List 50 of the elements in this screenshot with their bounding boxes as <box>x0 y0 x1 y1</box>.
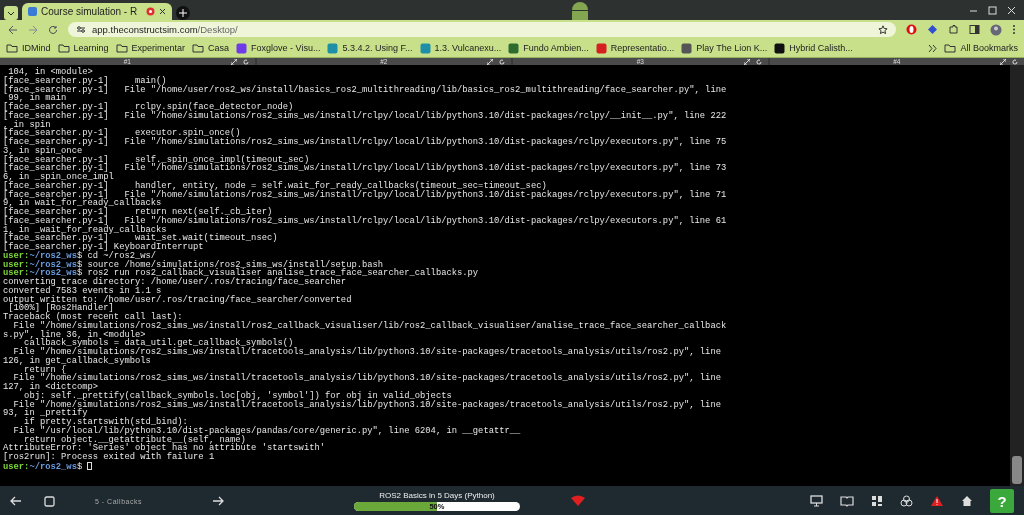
expand-icon[interactable] <box>1000 58 1006 65</box>
folder-icon[interactable] <box>192 43 205 53</box>
more-icon[interactable] <box>1012 24 1016 35</box>
browser-tab[interactable]: Course simulation - R <box>22 3 172 20</box>
expand-icon[interactable] <box>487 58 493 65</box>
bookmark[interactable]: Hybrid Calisth... <box>774 42 853 54</box>
star-icon[interactable] <box>878 24 888 35</box>
reload-icon[interactable] <box>48 24 58 35</box>
terminal-output: 104, in <module> [face_searcher.py-1] main() [face_searcher.py-1] File "/home/user/ros2_ws/install/basics_ros2_multithreading/lib/basics_ros2_multithreading/face_searcher.py", line 99, in main [face_searcher.py-1] rclpy.spin(face_detector_node) [face_searcher.py-1] File "/home/simulations/ros2_sims_ws/install/rclpy/local/lib/python3.10/dist-packages/rclpy/__init__.py", line 222 , in spin [face_searcher.py-1] executor.spin_once() [face_searcher.py-1] File "/home/simulations/ros2_sims_ws/install/rclpy/local/lib/python3.10/dist-packages/rclpy/executors.py", line 75 3, in spin_once [face_searcher.py-1] self._spin_once_impl(timeout_sec) [face_searcher.py-1] File "/home/simulations/ros2_sims_ws/install/rclpy/local/lib/python3.10/dist-packages/rclpy/executors.py", line 73 6, in _spin_once_impl [face_searcher.py-1] handler, entity, node = self.wait_for_ready_callbacks(timeout_sec=timeout_sec) [face_searcher.py-1] File "/home/simulations/ros2_sims_ws/install/rclpy/local/lib/python3.10/dist-packages/rclpy/executors.py", line 71 9, in wait_for_ready_callbacks [face_searcher.py-1] return next(self._cb_iter) [face_searcher.py-1] File "/home/simulations/ros2_sims_ws/install/rclpy/local/lib/python3.10/dist-packages/rclpy/executors.py", line 61 1, in _wait_for_ready_callbacks [face_searcher.py-1] wait_set.wait(timeout_nsec) [face_searcher.py-1] KeyboardInterrupt user:~/ros2_ws$ cd ~/ros2_ws/ user:~/ros2_ws$ source /home/simulations/ros2_sims_ws/install/setup.bash user:~/ros2_ws$ ros2 run ros2_callback_visualiser analise_trace_face_searcher_callbacks.py converting trace directory: /home/user/.ros/tracing/face_searcher converted 7583 events in 1.1 s output written to: /home/user/.ros/tracing/face_searcher/converted [100%] [Ros2Handler] Traceback (most recent call last): File "/home/simulations/ros2_sims_ws/install/ros2_callback_visualiser/lib/ros2_callback_visualiser/analise_trace_face_searcher_callback s.py", line 36, in <module> callback_symbols = data_util.get_callback_symbols() File "/home/simulations/ros2_sims_ws/install/tracetools_analysis/lib/python3.10/site-packages/tracetools_analysis/utils/ros2.py", line 126, in get_callback_symbols return { File "/home/simulations/ros2_sims_ws/install/tracetools_analysis/lib/python3.10/site-packages/tracetools_analysis/utils/ros2.py", line 127, in <dictcomp> obj: self._prettify(callback_symbols.loc[obj, 'symbol']) for obj in valid_objects File "/home/simulations/ros2_sims_ws/install/tracetools_analysis/lib/python3.10/site-packages/tracetools_analysis/utils/ros2.py", line 93, in _prettify if pretty.startswith(std_bind): File "/usr/local/lib/python3.10/dist-packages/pandas/core/generic.py", line 6204, in __getattr__ return object.__getattribute__(self, name) AttributeError: 'Series' object has no attribute 'startswith' [ros2run]: Process exited with failure 1 user:~/ros2_ws$ <box>2 66 728 474</box>
opera-icon[interactable] <box>906 24 917 35</box>
square-icon[interactable] <box>44 495 55 507</box>
flower-icon[interactable] <box>900 494 913 508</box>
maximize-icon[interactable] <box>988 5 997 15</box>
back-icon[interactable] <box>8 24 18 35</box>
grid-icon[interactable] <box>871 495 883 507</box>
scrollbar-thumb[interactable] <box>1012 456 1022 484</box>
new-tab-icon[interactable] <box>176 6 190 20</box>
monitor-icon[interactable] <box>810 495 823 507</box>
record-icon[interactable] <box>146 7 155 16</box>
sidebar-icon[interactable] <box>969 24 980 35</box>
diamond-icon[interactable] <box>927 24 938 35</box>
home-icon[interactable] <box>961 495 973 507</box>
course-title: ROS2 Basics in 5 Days (Python) <box>379 491 495 500</box>
signal-icon[interactable] <box>569 495 586 507</box>
bookmark[interactable]: 5.3.4.2. Using F... <box>327 42 413 54</box>
puzzle-icon[interactable] <box>948 24 959 35</box>
folder-icon[interactable] <box>944 43 957 53</box>
close-icon[interactable] <box>159 8 166 15</box>
all-bookmarks[interactable]: All Bookmarks <box>944 43 1018 53</box>
bookmark[interactable]: Learning <box>57 43 109 53</box>
folder-icon[interactable] <box>115 43 128 53</box>
site-settings-icon[interactable] <box>76 25 86 34</box>
bookmark[interactable]: Casa <box>192 43 230 53</box>
expand-icon[interactable] <box>230 58 237 65</box>
bookmark[interactable]: Foxglove - Visu... <box>236 42 321 54</box>
bookmark[interactable]: Representatio... <box>595 42 675 54</box>
bookmark[interactable]: Play The Lion K... <box>681 42 768 54</box>
bookmark[interactable]: 1.3. Vulcanexu... <box>419 42 502 54</box>
bookmark[interactable]: Fundo Ambien... <box>508 42 589 54</box>
address-field[interactable]: app.theconstructsim.com/Desktop/ <box>68 22 896 37</box>
menu-icon[interactable] <box>4 6 18 20</box>
folder-icon[interactable] <box>57 43 70 53</box>
folder-icon[interactable] <box>6 43 18 53</box>
warning-icon[interactable] <box>930 495 944 507</box>
expand-icon[interactable] <box>743 58 750 65</box>
bookmark[interactable]: Experimentar <box>115 43 186 53</box>
chevrons-icon[interactable] <box>928 43 938 53</box>
avatar-icon[interactable] <box>990 23 1002 36</box>
book-icon[interactable] <box>840 495 854 507</box>
bookmark[interactable]: IDMind <box>6 43 51 53</box>
